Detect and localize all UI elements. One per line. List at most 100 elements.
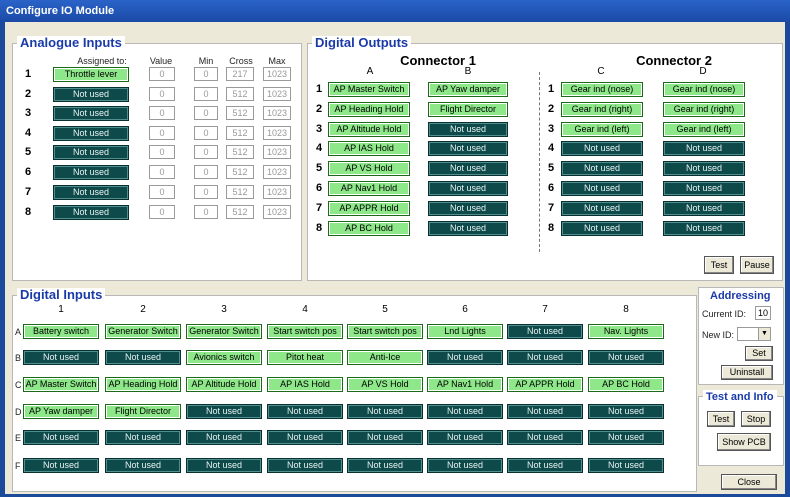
digital-input-slot[interactable]: Not used [427, 404, 503, 419]
digital-input-slot[interactable]: AP Yaw damper [23, 404, 99, 419]
min-field[interactable]: 0 [194, 185, 218, 199]
output-b-slot[interactable]: AP Yaw damper [428, 82, 508, 97]
digital-input-slot[interactable]: Generator Switch [105, 324, 181, 339]
output-b-slot[interactable]: Not used [428, 181, 508, 196]
max-field[interactable]: 1023 [263, 165, 291, 179]
new-id-select[interactable]: ▼ [737, 327, 771, 341]
max-field[interactable]: 1023 [263, 126, 291, 140]
digital-input-slot[interactable]: Not used [427, 350, 503, 365]
cross-field[interactable]: 512 [226, 126, 254, 140]
output-a-slot[interactable]: AP IAS Hold [328, 141, 410, 156]
output-a-slot[interactable]: AP APPR Hold [328, 201, 410, 216]
analogue-assignment[interactable]: Not used [53, 106, 129, 121]
min-field[interactable]: 0 [194, 145, 218, 159]
digital-input-slot[interactable]: Not used [267, 458, 343, 473]
analogue-assignment[interactable]: Not used [53, 185, 129, 200]
uninstall-button[interactable]: Uninstall [721, 365, 773, 380]
cross-field[interactable]: 217 [226, 67, 254, 81]
set-button[interactable]: Set [745, 346, 773, 361]
digital-input-slot[interactable]: Not used [507, 350, 583, 365]
digital-input-slot[interactable]: Generator Switch [186, 324, 262, 339]
digital-input-slot[interactable]: Not used [105, 458, 181, 473]
output-b-slot[interactable]: Flight Director [428, 102, 508, 117]
digital-input-slot[interactable]: Avionics switch [186, 350, 262, 365]
output-a-slot[interactable]: AP Master Switch [328, 82, 410, 97]
max-field[interactable]: 1023 [263, 185, 291, 199]
output-a-slot[interactable]: AP Altitude Hold [328, 122, 410, 137]
output-b-slot[interactable]: Not used [428, 122, 508, 137]
output-d-slot[interactable]: Not used [663, 201, 745, 216]
output-d-slot[interactable]: Not used [663, 141, 745, 156]
cross-field[interactable]: 512 [226, 185, 254, 199]
max-field[interactable]: 1023 [263, 205, 291, 219]
output-c-slot[interactable]: Gear ind (left) [561, 122, 643, 137]
pause-button[interactable]: Pause [740, 256, 774, 274]
digital-input-slot[interactable]: Anti-Ice [347, 350, 423, 365]
digital-input-slot[interactable]: Not used [507, 404, 583, 419]
analogue-assignment[interactable]: Not used [53, 145, 129, 160]
digital-input-slot[interactable]: AP Master Switch [23, 377, 99, 392]
output-c-slot[interactable]: Not used [561, 201, 643, 216]
digital-input-slot[interactable]: Start switch pos [267, 324, 343, 339]
info-test-button[interactable]: Test [707, 411, 735, 427]
digital-input-slot[interactable]: Flight Director [105, 404, 181, 419]
analogue-assignment[interactable]: Throttle lever [53, 67, 129, 82]
digital-input-slot[interactable]: Not used [186, 404, 262, 419]
min-field[interactable]: 0 [194, 67, 218, 81]
output-b-slot[interactable]: Not used [428, 161, 508, 176]
dout-test-button[interactable]: Test [704, 256, 734, 274]
output-c-slot[interactable]: Gear ind (nose) [561, 82, 643, 97]
digital-input-slot[interactable]: Not used [588, 458, 664, 473]
digital-input-slot[interactable]: Not used [347, 430, 423, 445]
output-d-slot[interactable]: Gear ind (nose) [663, 82, 745, 97]
digital-input-slot[interactable]: Not used [347, 404, 423, 419]
digital-input-slot[interactable]: AP Heading Hold [105, 377, 181, 392]
digital-input-slot[interactable]: Not used [23, 458, 99, 473]
digital-input-slot[interactable]: Not used [588, 404, 664, 419]
output-b-slot[interactable]: Not used [428, 141, 508, 156]
output-c-slot[interactable]: Gear ind (right) [561, 102, 643, 117]
output-d-slot[interactable]: Not used [663, 221, 745, 236]
digital-input-slot[interactable]: AP IAS Hold [267, 377, 343, 392]
output-c-slot[interactable]: Not used [561, 141, 643, 156]
digital-input-slot[interactable]: Not used [105, 430, 181, 445]
min-field[interactable]: 0 [194, 126, 218, 140]
min-field[interactable]: 0 [194, 205, 218, 219]
digital-input-slot[interactable]: Not used [427, 430, 503, 445]
digital-input-slot[interactable]: AP APPR Hold [507, 377, 583, 392]
output-b-slot[interactable]: Not used [428, 221, 508, 236]
digital-input-slot[interactable]: Not used [23, 430, 99, 445]
digital-input-slot[interactable]: Not used [347, 458, 423, 473]
close-button[interactable]: Close [721, 474, 777, 490]
output-a-slot[interactable]: AP Heading Hold [328, 102, 410, 117]
cross-field[interactable]: 512 [226, 106, 254, 120]
stop-button[interactable]: Stop [741, 411, 771, 427]
analogue-assignment[interactable]: Not used [53, 165, 129, 180]
min-field[interactable]: 0 [194, 165, 218, 179]
digital-input-slot[interactable]: Nav. Lights [588, 324, 664, 339]
digital-input-slot[interactable]: Not used [588, 430, 664, 445]
digital-input-slot[interactable]: Not used [588, 350, 664, 365]
output-a-slot[interactable]: AP VS Hold [328, 161, 410, 176]
min-field[interactable]: 0 [194, 106, 218, 120]
min-field[interactable]: 0 [194, 87, 218, 101]
cross-field[interactable]: 512 [226, 205, 254, 219]
chevron-down-icon[interactable]: ▼ [758, 328, 770, 340]
digital-input-slot[interactable]: Not used [267, 430, 343, 445]
digital-input-slot[interactable]: Not used [186, 430, 262, 445]
show-pcb-button[interactable]: Show PCB [717, 433, 771, 451]
output-b-slot[interactable]: Not used [428, 201, 508, 216]
digital-input-slot[interactable]: Not used [23, 350, 99, 365]
digital-input-slot[interactable]: AP Altitude Hold [186, 377, 262, 392]
max-field[interactable]: 1023 [263, 67, 291, 81]
digital-input-slot[interactable]: Not used [427, 458, 503, 473]
digital-input-slot[interactable]: AP VS Hold [347, 377, 423, 392]
output-d-slot[interactable]: Gear ind (left) [663, 122, 745, 137]
digital-input-slot[interactable]: Not used [186, 458, 262, 473]
output-c-slot[interactable]: Not used [561, 181, 643, 196]
output-c-slot[interactable]: Not used [561, 161, 643, 176]
analogue-assignment[interactable]: Not used [53, 126, 129, 141]
output-a-slot[interactable]: AP BC Hold [328, 221, 410, 236]
output-d-slot[interactable]: Not used [663, 181, 745, 196]
output-d-slot[interactable]: Not used [663, 161, 745, 176]
